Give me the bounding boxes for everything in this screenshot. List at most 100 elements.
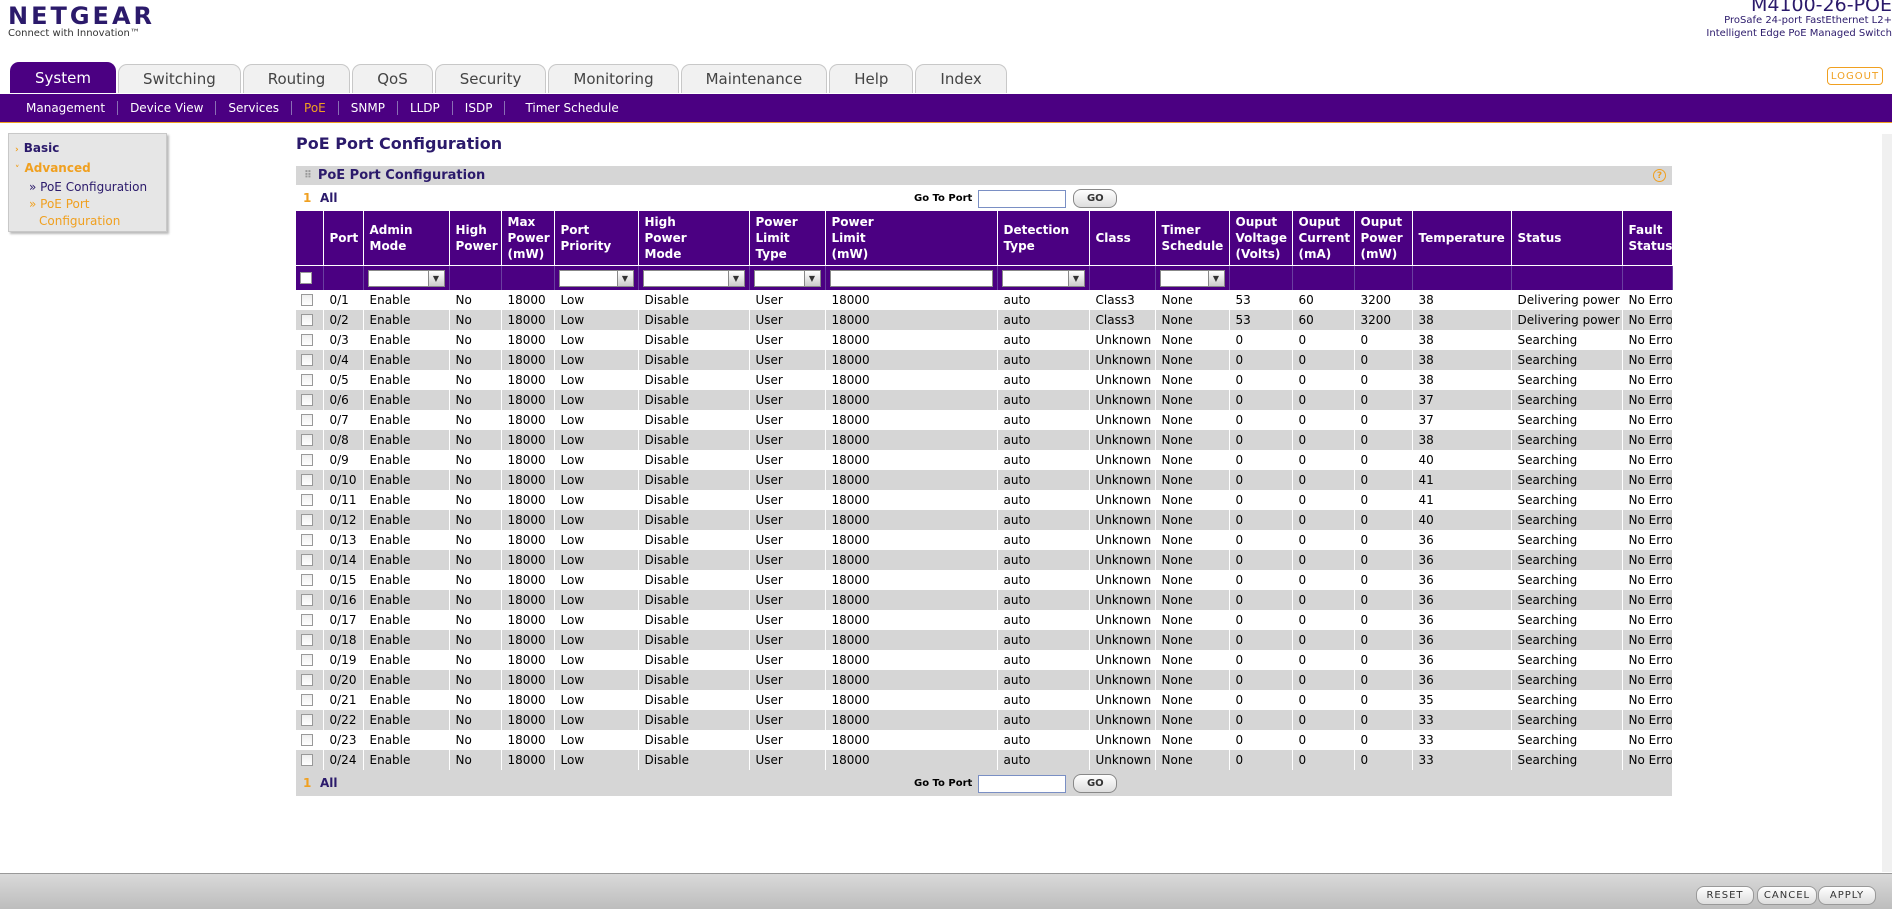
table-row[interactable]: 0/19 Enable No 18000 Low Disable User 18000 auto…: [296, 650, 1673, 670]
col-header[interactable]: Timer Schedule: [1155, 211, 1230, 266]
row-checkbox[interactable]: [301, 454, 313, 466]
table-row[interactable]: 0/5 Enable No 18000 Low Disable User 18000 auto U…: [296, 370, 1673, 390]
row-checkbox[interactable]: [301, 394, 313, 406]
table-row[interactable]: 0/24 Enable No 18000 Low Disable User 18000 auto…: [296, 750, 1673, 770]
logout-button[interactable]: LOGOUT: [1827, 67, 1883, 85]
table-row[interactable]: 0/10 Enable No 18000 Low Disable User 18000 auto…: [296, 470, 1673, 490]
page-number-bottom[interactable]: 1: [303, 776, 311, 790]
cancel-button[interactable]: CANCEL: [1757, 886, 1817, 905]
table-row[interactable]: 0/15 Enable No 18000 Low Disable User 18000 auto…: [296, 570, 1673, 590]
row-checkbox[interactable]: [301, 634, 313, 646]
menu-poe-port-configuration[interactable]: » PoE Port: [9, 196, 166, 213]
row-checkbox[interactable]: [301, 714, 313, 726]
col-header[interactable]: Detection Type: [997, 211, 1090, 266]
subnav-timer-schedule[interactable]: Timer Schedule: [505, 101, 630, 115]
table-row[interactable]: 0/21 Enable No 18000 Low Disable User 18000 auto…: [296, 690, 1673, 710]
reset-button[interactable]: RESET: [1696, 886, 1754, 905]
table-row[interactable]: 0/13 Enable No 18000 Low Disable User 18000 auto…: [296, 530, 1673, 550]
subnav-snmp[interactable]: SNMP: [339, 101, 398, 115]
goto-port-input-bottom[interactable]: [978, 774, 1067, 793]
row-checkbox[interactable]: [301, 534, 313, 546]
menu-advanced[interactable]: ˅ Advanced: [9, 159, 166, 179]
subnav-management[interactable]: Management: [0, 101, 119, 115]
col-header[interactable]: Status: [1511, 211, 1623, 266]
col-header[interactable]: Ouput Power (mW): [1354, 211, 1413, 266]
detection-type-select[interactable]: ▼: [1001, 269, 1085, 287]
tab-security[interactable]: Security: [434, 64, 547, 93]
row-checkbox[interactable]: [301, 694, 313, 706]
tab-maintenance[interactable]: Maintenance: [680, 64, 828, 93]
row-checkbox[interactable]: [301, 514, 313, 526]
table-row[interactable]: 0/11 Enable No 18000 Low Disable User 18000 auto…: [296, 490, 1673, 510]
subnav-device-view[interactable]: Device View: [118, 101, 217, 115]
table-row[interactable]: 0/18 Enable No 18000 Low Disable User 18000 auto…: [296, 630, 1673, 650]
subnav-isdp[interactable]: ISDP: [453, 101, 506, 115]
row-checkbox[interactable]: [301, 434, 313, 446]
menu-basic[interactable]: › Basic: [9, 139, 166, 159]
table-row[interactable]: 0/3 Enable No 18000 Low Disable User 18000 auto U…: [296, 330, 1673, 350]
high-power-mode-select[interactable]: ▼: [642, 269, 745, 287]
row-checkbox[interactable]: [301, 314, 313, 326]
table-row[interactable]: 0/17 Enable No 18000 Low Disable User 18000 auto…: [296, 610, 1673, 630]
page-all-link-bottom[interactable]: All: [320, 776, 338, 790]
row-checkbox[interactable]: [301, 334, 313, 346]
table-row[interactable]: 0/6 Enable No 18000 Low Disable User 18000 auto U…: [296, 390, 1673, 410]
subnav-poe[interactable]: PoE: [292, 101, 339, 115]
col-header[interactable]: Port: [323, 211, 364, 266]
col-header[interactable]: Fault Status: [1622, 211, 1673, 266]
subnav-services[interactable]: Services: [216, 101, 293, 115]
admin-mode-select[interactable]: ▼: [367, 269, 445, 287]
col-header[interactable]: High Power: [449, 211, 502, 266]
tab-routing[interactable]: Routing: [242, 64, 351, 93]
row-checkbox[interactable]: [301, 374, 313, 386]
table-row[interactable]: 0/2 Enable No 18000 Low Disable User 18000 auto C…: [296, 310, 1673, 330]
tab-qos[interactable]: QoS: [352, 64, 433, 93]
row-checkbox[interactable]: [301, 594, 313, 606]
row-checkbox[interactable]: [301, 674, 313, 686]
tab-switching[interactable]: Switching: [117, 64, 241, 93]
col-header[interactable]: Ouput Current (mA): [1292, 211, 1355, 266]
row-checkbox[interactable]: [301, 414, 313, 426]
power-limit-input[interactable]: [829, 269, 993, 287]
col-header[interactable]: Ouput Voltage (Volts): [1229, 211, 1293, 266]
table-row[interactable]: 0/4 Enable No 18000 Low Disable User 18000 auto U…: [296, 350, 1673, 370]
row-checkbox[interactable]: [301, 614, 313, 626]
row-checkbox[interactable]: [301, 294, 313, 306]
col-header[interactable]: High Power Mode: [638, 211, 750, 266]
row-checkbox[interactable]: [301, 494, 313, 506]
col-header[interactable]: Power Limit (mW): [825, 211, 998, 266]
col-header[interactable]: Port Priority: [554, 211, 639, 266]
go-button[interactable]: GO: [1073, 189, 1118, 208]
power-limit-type-select[interactable]: ▼: [753, 269, 821, 287]
table-row[interactable]: 0/14 Enable No 18000 Low Disable User 18000 auto…: [296, 550, 1673, 570]
page-all-link[interactable]: All: [320, 191, 338, 205]
tab-index[interactable]: Index: [915, 64, 1007, 93]
table-row[interactable]: 0/16 Enable No 18000 Low Disable User 18000 auto…: [296, 590, 1673, 610]
subnav-lldp[interactable]: LLDP: [398, 101, 453, 115]
col-header[interactable]: Admin Mode: [363, 211, 450, 266]
table-row[interactable]: 0/23 Enable No 18000 Low Disable User 18000 auto…: [296, 730, 1673, 750]
select-all-checkbox[interactable]: [300, 272, 312, 284]
help-icon[interactable]: ?: [1653, 169, 1666, 182]
table-row[interactable]: 0/12 Enable No 18000 Low Disable User 18000 auto…: [296, 510, 1673, 530]
vertical-scrollbar[interactable]: [1882, 134, 1892, 872]
menu-poe-configuration[interactable]: » PoE Configuration: [9, 179, 166, 196]
row-checkbox[interactable]: [301, 354, 313, 366]
table-row[interactable]: 0/1 Enable No 18000 Low Disable User 18000 auto C…: [296, 290, 1673, 310]
table-row[interactable]: 0/20 Enable No 18000 Low Disable User 18000 auto…: [296, 670, 1673, 690]
row-checkbox[interactable]: [301, 754, 313, 766]
table-row[interactable]: 0/22 Enable No 18000 Low Disable User 18000 auto…: [296, 710, 1673, 730]
col-header[interactable]: Temperature: [1412, 211, 1512, 266]
goto-port-input[interactable]: [978, 189, 1067, 208]
page-number[interactable]: 1: [303, 191, 311, 205]
table-row[interactable]: 0/7 Enable No 18000 Low Disable User 18000 auto U…: [296, 410, 1673, 430]
go-button-bottom[interactable]: GO: [1073, 774, 1118, 793]
port-priority-select[interactable]: ▼: [558, 269, 634, 287]
apply-button[interactable]: APPLY: [1818, 886, 1876, 905]
row-checkbox[interactable]: [301, 554, 313, 566]
col-header[interactable]: Class: [1089, 211, 1156, 266]
tab-monitoring[interactable]: Monitoring: [548, 64, 679, 93]
col-header[interactable]: Power Limit Type: [749, 211, 826, 266]
row-checkbox[interactable]: [301, 574, 313, 586]
col-header[interactable]: Max Power (mW): [501, 211, 555, 266]
